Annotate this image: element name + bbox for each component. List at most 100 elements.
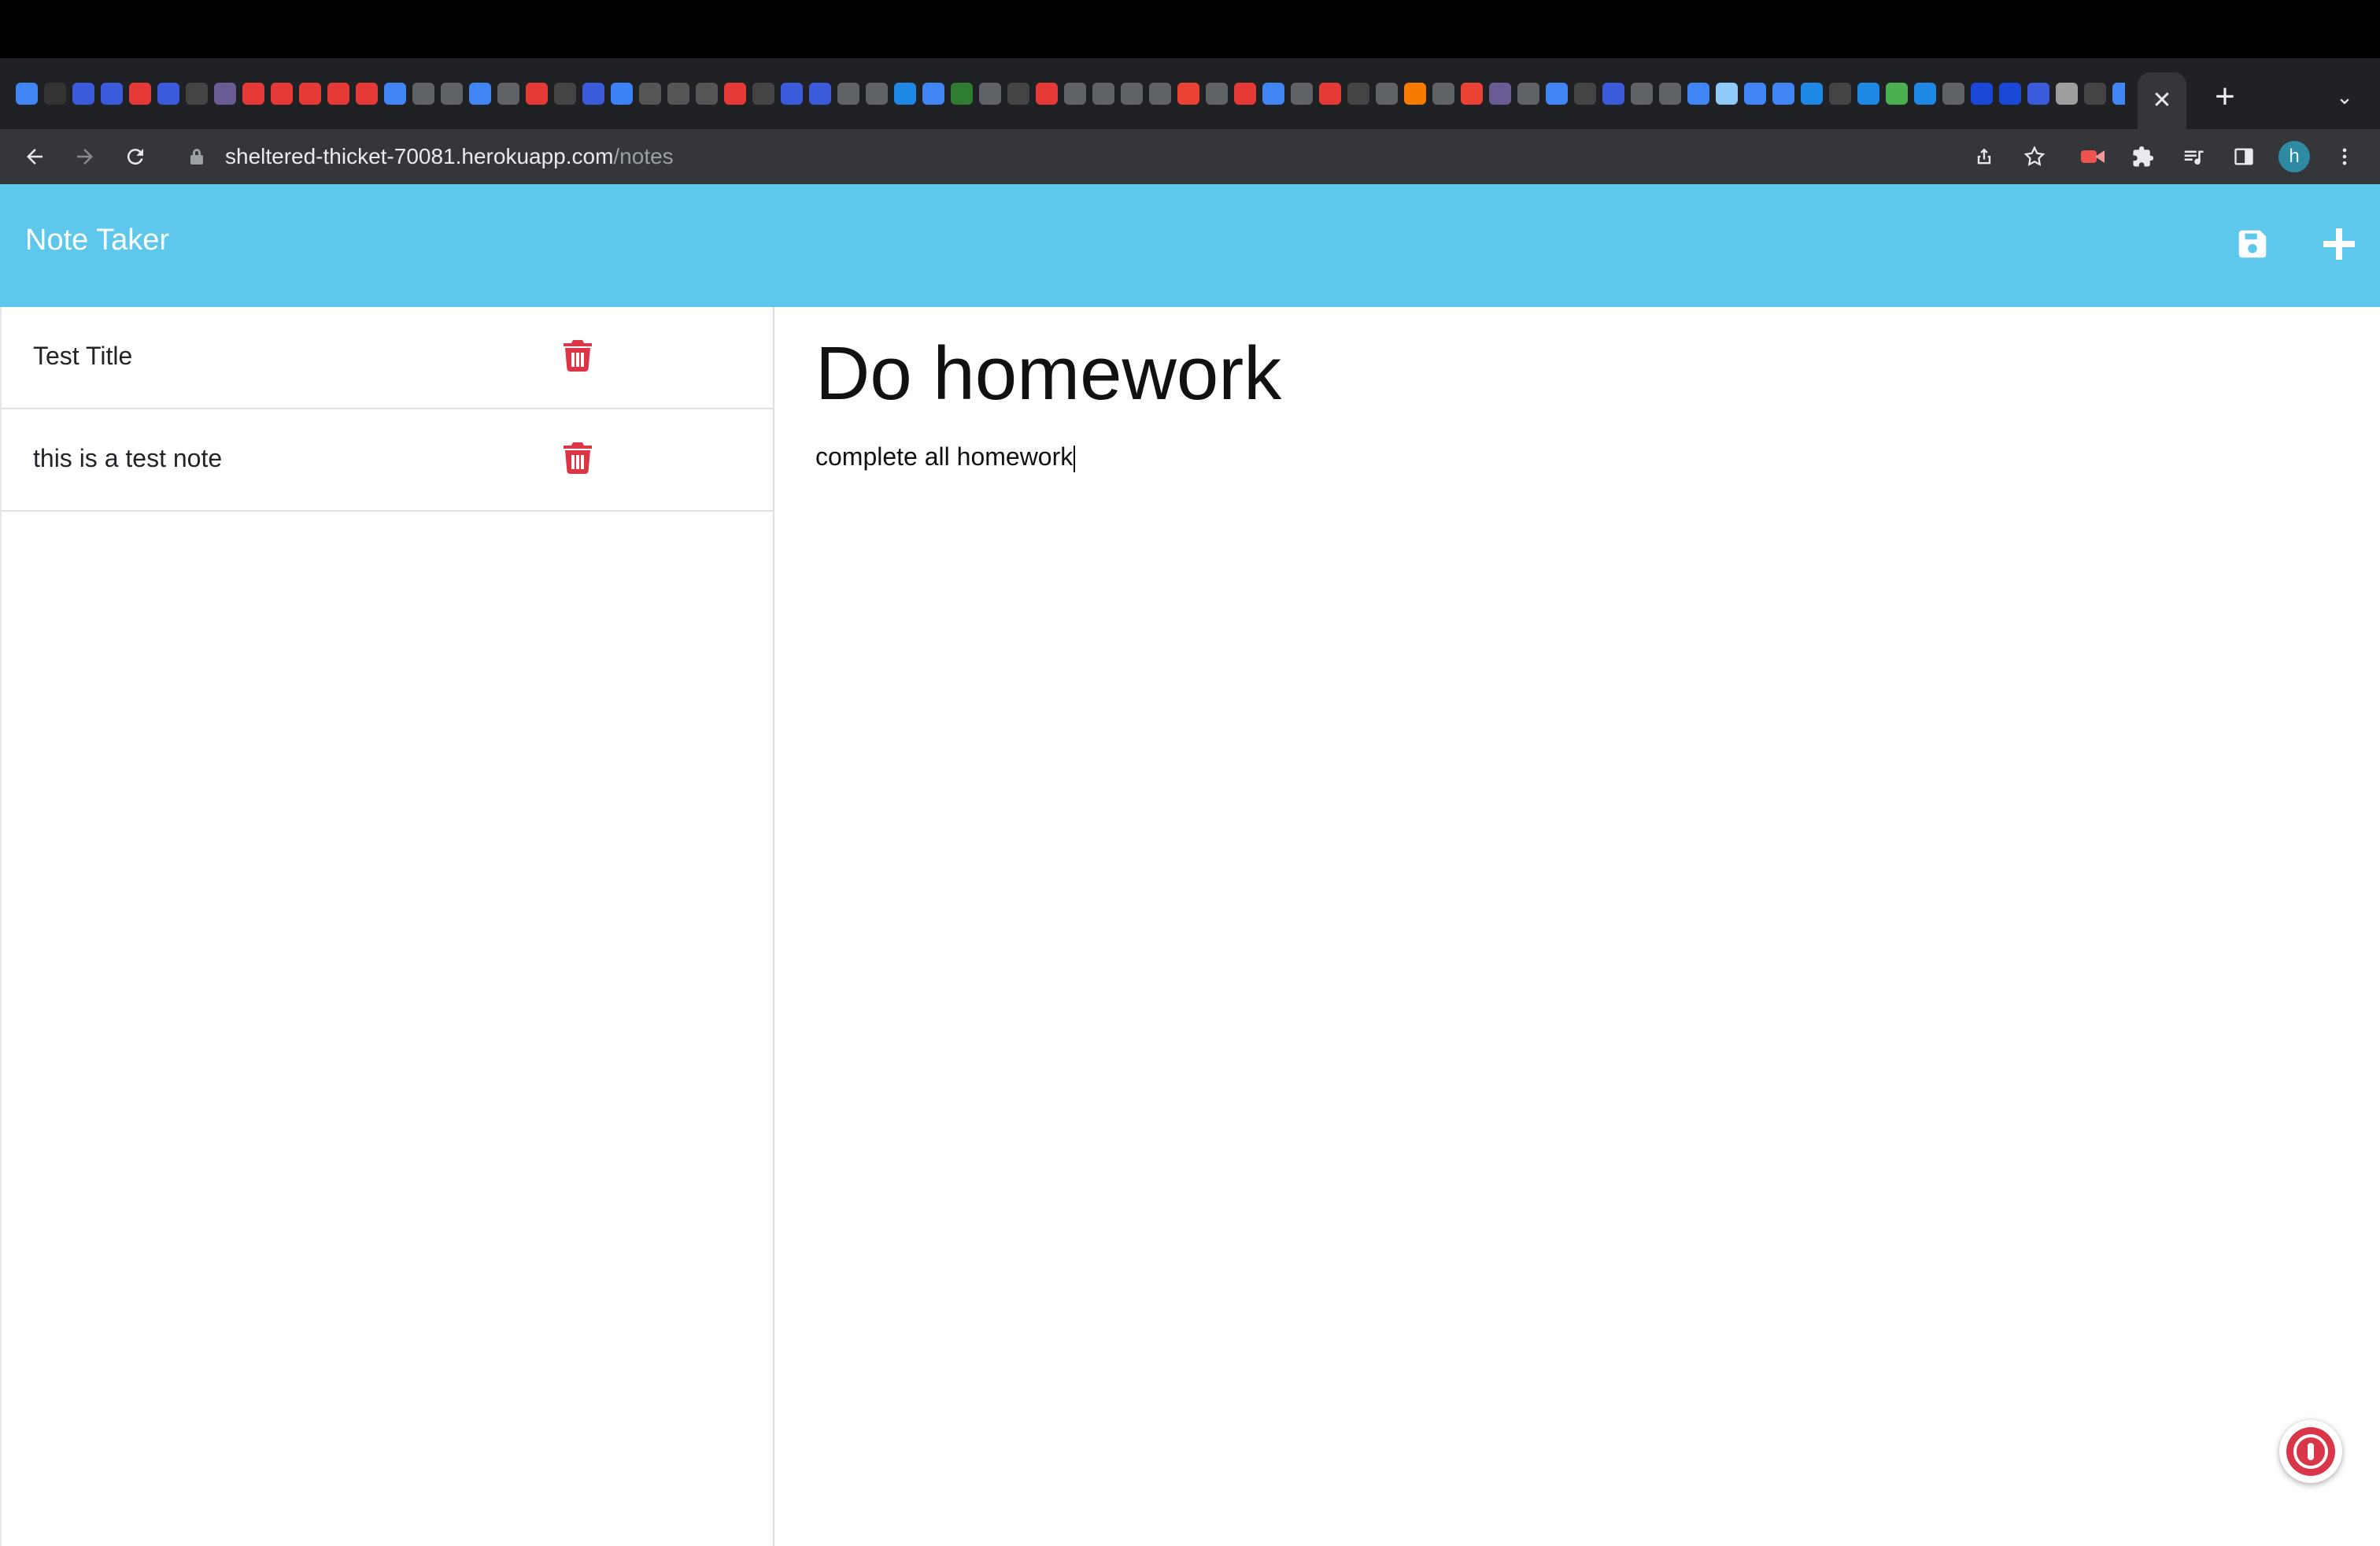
tab-favicon-icon[interactable]	[157, 83, 179, 105]
new-note-button[interactable]	[2314, 219, 2364, 269]
tab-favicon-icon[interactable]	[1999, 83, 2021, 105]
tab-favicon-icon[interactable]	[696, 83, 718, 105]
tab-favicon-icon[interactable]	[441, 83, 463, 105]
tab-favicon-icon[interactable]	[1574, 83, 1596, 105]
tab-favicon-icon[interactable]	[1007, 83, 1029, 105]
tab-favicon-icon[interactable]	[356, 83, 378, 105]
tab-favicon-icon[interactable]	[1744, 83, 1766, 105]
forward-button[interactable]	[63, 135, 107, 179]
new-tab-button[interactable]: +	[2205, 77, 2245, 117]
tab-favicon-icon[interactable]	[639, 83, 661, 105]
browser-menu-button[interactable]	[2325, 137, 2364, 176]
tab-favicon-icon[interactable]	[1942, 83, 1964, 105]
tab-favicon-icon[interactable]	[72, 83, 94, 105]
tab-favicon-icon[interactable]	[752, 83, 774, 105]
tab-favicon-icon[interactable]	[412, 83, 434, 105]
tab-favicon-icon[interactable]	[186, 83, 208, 105]
tab-favicon-icon[interactable]	[1489, 83, 1511, 105]
tab-favicon-icon[interactable]	[526, 83, 548, 105]
tab-favicon-icon[interactable]	[554, 83, 576, 105]
tab-favicon-icon[interactable]	[101, 83, 123, 105]
save-note-button[interactable]	[2227, 219, 2278, 269]
tab-search-button[interactable]: ⌄	[2325, 77, 2364, 117]
tab-favicon-icon[interactable]	[1602, 83, 1624, 105]
profile-button[interactable]: h	[2275, 137, 2314, 176]
tab-favicon-icon[interactable]	[327, 83, 349, 105]
tab-favicon-icon[interactable]	[979, 83, 1001, 105]
tab-favicon-icon[interactable]	[1177, 83, 1199, 105]
note-title-input[interactable]: Do homework	[815, 331, 2311, 417]
tab-favicon-icon[interactable]	[2112, 83, 2125, 105]
tab-favicon-icon[interactable]	[1716, 83, 1738, 105]
tab-favicon-icon[interactable]	[1914, 83, 1936, 105]
tab-favicon-icon[interactable]	[667, 83, 689, 105]
tab-favicon-icon[interactable]	[582, 83, 604, 105]
share-button[interactable]	[1964, 137, 2004, 176]
tab-favicon-icon[interactable]	[1291, 83, 1313, 105]
tab-favicon-icon[interactable]	[44, 83, 66, 105]
tab-favicon-icon[interactable]	[16, 83, 38, 105]
tab-favicon-icon[interactable]	[1461, 83, 1483, 105]
close-tab-icon[interactable]: ✕	[2152, 89, 2171, 113]
trash-icon[interactable]	[564, 442, 592, 474]
tab-favicon-icon[interactable]	[837, 83, 859, 105]
tab-favicon-icon[interactable]	[951, 83, 973, 105]
tab-favicon-icon[interactable]	[1517, 83, 1539, 105]
floating-extension-button[interactable]	[2279, 1420, 2342, 1483]
tab-favicon-icon[interactable]	[497, 83, 519, 105]
trash-icon[interactable]	[564, 340, 592, 372]
media-control-button[interactable]	[2174, 137, 2213, 176]
tab-favicon-icon[interactable]	[384, 83, 406, 105]
tab-favicon-icon[interactable]	[1857, 83, 1879, 105]
note-textarea[interactable]: complete all homework	[815, 433, 2311, 480]
reload-button[interactable]	[113, 135, 157, 179]
extension-red-button[interactable]	[2073, 137, 2112, 176]
tab-favicon-icon[interactable]	[1432, 83, 1454, 105]
tab-favicon-icon[interactable]	[242, 83, 264, 105]
back-button[interactable]	[13, 135, 57, 179]
tab-favicon-icon[interactable]	[922, 83, 944, 105]
side-panel-button[interactable]	[2224, 137, 2264, 176]
tab-favicon-icon[interactable]	[1772, 83, 1794, 105]
active-tab[interactable]: ✕	[2138, 72, 2186, 129]
tab-favicon-icon[interactable]	[1121, 83, 1143, 105]
tab-favicon-icon[interactable]	[1404, 83, 1426, 105]
tab-favicon-icon[interactable]	[724, 83, 746, 105]
tab-favicon-icon[interactable]	[1631, 83, 1653, 105]
tab-favicon-icon[interactable]	[1036, 83, 1058, 105]
tab-favicon-icon[interactable]	[894, 83, 916, 105]
tab-favicon-icon[interactable]	[1064, 83, 1086, 105]
tab-favicon-icon[interactable]	[1829, 83, 1851, 105]
tab-favicon-icon[interactable]	[2056, 83, 2078, 105]
tab-favicon-icon[interactable]	[1659, 83, 1681, 105]
tab-favicon-icon[interactable]	[809, 83, 831, 105]
tab-favicon-icon[interactable]	[1319, 83, 1341, 105]
list-item[interactable]: this is a test note	[2, 409, 774, 512]
list-item[interactable]: Test Title	[2, 307, 774, 409]
tab-favicon-icon[interactable]	[1092, 83, 1114, 105]
address-bar[interactable]: sheltered-thicket-70081.herokuapp.com/no…	[172, 134, 2045, 179]
tab-favicon-icon[interactable]	[299, 83, 321, 105]
tab-favicon-icon[interactable]	[129, 83, 151, 105]
tab-favicon-icon[interactable]	[866, 83, 888, 105]
tab-favicon-icon[interactable]	[1262, 83, 1284, 105]
tab-favicon-icon[interactable]	[1376, 83, 1398, 105]
tab-favicon-icon[interactable]	[1886, 83, 1908, 105]
tab-favicon-icon[interactable]	[1347, 83, 1369, 105]
tab-favicon-icon[interactable]	[1971, 83, 1993, 105]
tab-favicon-icon[interactable]	[781, 83, 803, 105]
bookmark-button[interactable]	[2015, 137, 2054, 176]
tab-favicon-icon[interactable]	[1546, 83, 1568, 105]
tab-favicon-icon[interactable]	[2027, 83, 2049, 105]
tab-favicon-icon[interactable]	[469, 83, 491, 105]
tab-favicon-icon[interactable]	[611, 83, 633, 105]
tab-favicon-icon[interactable]	[1234, 83, 1256, 105]
tab-favicon-icon[interactable]	[1687, 83, 1709, 105]
tab-favicon-icon[interactable]	[2084, 83, 2106, 105]
app-brand[interactable]: Note Taker	[25, 224, 169, 257]
extensions-button[interactable]	[2123, 137, 2163, 176]
tab-favicon-icon[interactable]	[1206, 83, 1228, 105]
tab-favicon-icon[interactable]	[271, 83, 293, 105]
tab-favicon-icon[interactable]	[1149, 83, 1171, 105]
tab-favicon-icon[interactable]	[1801, 83, 1823, 105]
